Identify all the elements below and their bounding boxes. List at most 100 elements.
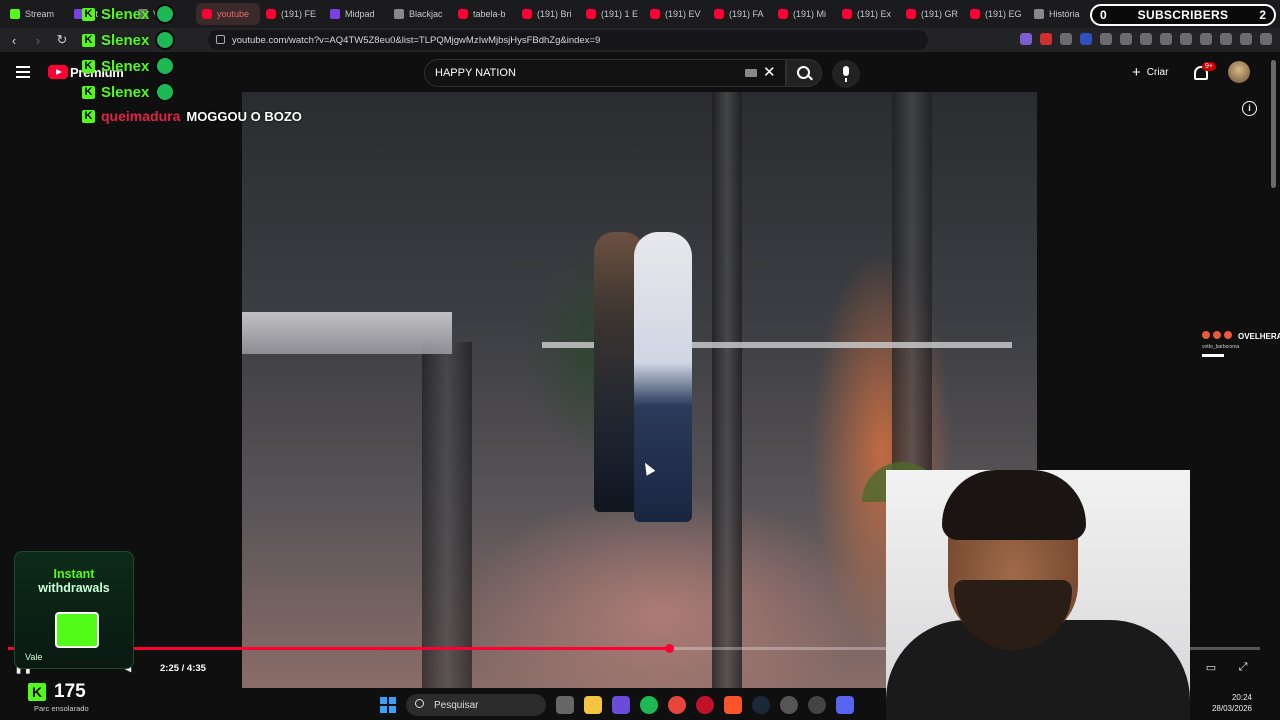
extension-icon[interactable]: [1040, 33, 1052, 45]
fullscreen-icon[interactable]: ⤢: [1236, 661, 1250, 673]
spotify-badge-icon: [155, 56, 176, 76]
chat-message: K Slenex: [82, 30, 176, 50]
address-bar[interactable]: youtube.com/watch?v=AQ4TW5Z8eu0&list=TLP…: [208, 30, 928, 50]
promo-line2: withdrawals: [38, 581, 110, 595]
chrome-icon[interactable]: [668, 696, 686, 714]
chat-username: Slenex: [101, 5, 150, 23]
site-info-icon[interactable]: [216, 35, 225, 44]
back-icon[interactable]: ‹: [4, 30, 24, 50]
clear-search-icon[interactable]: ✕: [763, 63, 776, 81]
taskbar-search[interactable]: Pesquisar: [406, 694, 546, 716]
account-avatar[interactable]: [1228, 61, 1250, 83]
plus-icon: +: [1132, 64, 1141, 81]
streamer-webcam: [886, 470, 1190, 720]
browser-tab[interactable]: (191) 1 E: [580, 3, 644, 25]
apps-icon[interactable]: [612, 696, 630, 714]
subscribers-counter: 0 SUBSCRIBERS 2: [1090, 4, 1276, 26]
create-label: Criar: [1146, 67, 1169, 78]
browser-tab[interactable]: (191) FA: [708, 3, 772, 25]
extension-icon[interactable]: [1060, 33, 1072, 45]
tab-favicon-icon: [1034, 9, 1044, 19]
chat-username: Slenex: [101, 83, 150, 101]
extension-icon[interactable]: [1020, 33, 1032, 45]
tab-favicon-icon: [650, 9, 660, 19]
windows-taskbar: Pesquisar: [380, 690, 900, 720]
clock-time: 20:24: [1231, 693, 1252, 702]
discord-icon[interactable]: [836, 696, 854, 714]
steam-icon[interactable]: [752, 696, 770, 714]
extensions-puzzle-icon[interactable]: [1120, 33, 1132, 45]
tab-favicon-icon: [778, 9, 788, 19]
info-icon[interactable]: i: [1242, 101, 1257, 116]
leo-icon[interactable]: [1220, 33, 1232, 45]
extensions-row: [1020, 33, 1272, 45]
kick-badge-icon: K: [82, 7, 95, 21]
scrubber-handle[interactable]: [665, 644, 674, 653]
tab-label: (191) EV: [665, 9, 701, 19]
opera-icon[interactable]: [696, 696, 714, 714]
browser-tab[interactable]: (191) FE: [260, 3, 324, 25]
chat-username: Slenex: [101, 31, 150, 49]
video-frame-person: [634, 232, 692, 522]
tab-label: tabela-b: [473, 9, 506, 19]
extension-icon[interactable]: [1100, 33, 1112, 45]
vpn-icon[interactable]: [1240, 33, 1252, 45]
file-explorer-icon[interactable]: [584, 696, 602, 714]
browser-tab[interactable]: (191) GR: [900, 3, 964, 25]
browser-tab[interactable]: Blackjac: [388, 3, 452, 25]
browser-tab[interactable]: (191) EG: [964, 3, 1028, 25]
kick-badge-icon: K: [82, 109, 95, 123]
task-view-icon[interactable]: [556, 696, 574, 714]
windows-start-icon[interactable]: [380, 697, 396, 713]
screen: StreamvitVoyoutube(191) FEMidpadBlackjac…: [0, 0, 1280, 720]
url-text: youtube.com/watch?v=AQ4TW5Z8eu0&list=TLP…: [232, 34, 601, 46]
browser-tab[interactable]: Midpad: [324, 3, 388, 25]
obs-icon[interactable]: [780, 696, 798, 714]
tab-label: (191) Ex: [857, 9, 892, 19]
kick-logo-icon: K: [28, 683, 46, 701]
voice-search-icon[interactable]: [832, 60, 860, 88]
create-button[interactable]: + Criar: [1132, 64, 1168, 81]
tab-favicon-icon: [842, 9, 852, 19]
search-input[interactable]: HAPPY NATION: [424, 59, 786, 87]
tab-label: Blackjac: [409, 9, 443, 19]
app-icon[interactable]: [808, 696, 826, 714]
spotify-badge-icon: [155, 4, 176, 24]
reload-icon[interactable]: ↻: [52, 30, 72, 50]
youtube-header: Premium HAPPY NATION ✕ + Criar 9+: [0, 52, 1280, 92]
keyboard-icon[interactable]: [745, 69, 757, 77]
browser-tab[interactable]: tabela-b: [452, 3, 516, 25]
promo-button[interactable]: Vale: [25, 652, 42, 662]
browser-toolbar: ‹ › ↻ youtube.com/watch?v=AQ4TW5Z8eu0&li…: [0, 28, 1280, 52]
browser-tab[interactable]: youtube: [196, 3, 260, 25]
wallet-icon[interactable]: [1200, 33, 1212, 45]
tab-favicon-icon: [394, 9, 404, 19]
browser-tab[interactable]: Stream: [4, 3, 68, 25]
chat-message: K Slenex: [82, 56, 176, 76]
spotify-icon[interactable]: [640, 696, 658, 714]
tab-label: Midpad: [345, 9, 375, 19]
browser-tab[interactable]: (191) EV: [644, 3, 708, 25]
extension-icon[interactable]: [1140, 33, 1152, 45]
search-button[interactable]: [786, 59, 822, 87]
tab-label: (191) EG: [985, 9, 1022, 19]
alert-icons: [1202, 331, 1232, 339]
brave-icon[interactable]: [724, 696, 742, 714]
captions-icon[interactable]: ▭: [1204, 661, 1218, 674]
extension-icon[interactable]: [1080, 33, 1092, 45]
taskbar-clock[interactable]: 20:24 28/03/2026: [1206, 692, 1252, 714]
forward-icon[interactable]: ›: [28, 30, 48, 50]
page-scrollbar[interactable]: [1271, 60, 1276, 188]
browser-tab[interactable]: (191) Ex: [836, 3, 900, 25]
tab-label: (191) FA: [729, 9, 764, 19]
sidebar-icon[interactable]: [1180, 33, 1192, 45]
media-icon[interactable]: [1160, 33, 1172, 45]
alert-progress-bar: [1202, 354, 1224, 357]
browser-tab[interactable]: (191) Bri: [516, 3, 580, 25]
youtube-logo-icon[interactable]: [48, 65, 68, 79]
menu-icon[interactable]: [1260, 33, 1272, 45]
browser-tab[interactable]: História: [1028, 3, 1092, 25]
subs-right-count: 2: [1259, 8, 1266, 22]
browser-tab[interactable]: (191) Mi: [772, 3, 836, 25]
hamburger-menu-icon[interactable]: [16, 66, 30, 78]
